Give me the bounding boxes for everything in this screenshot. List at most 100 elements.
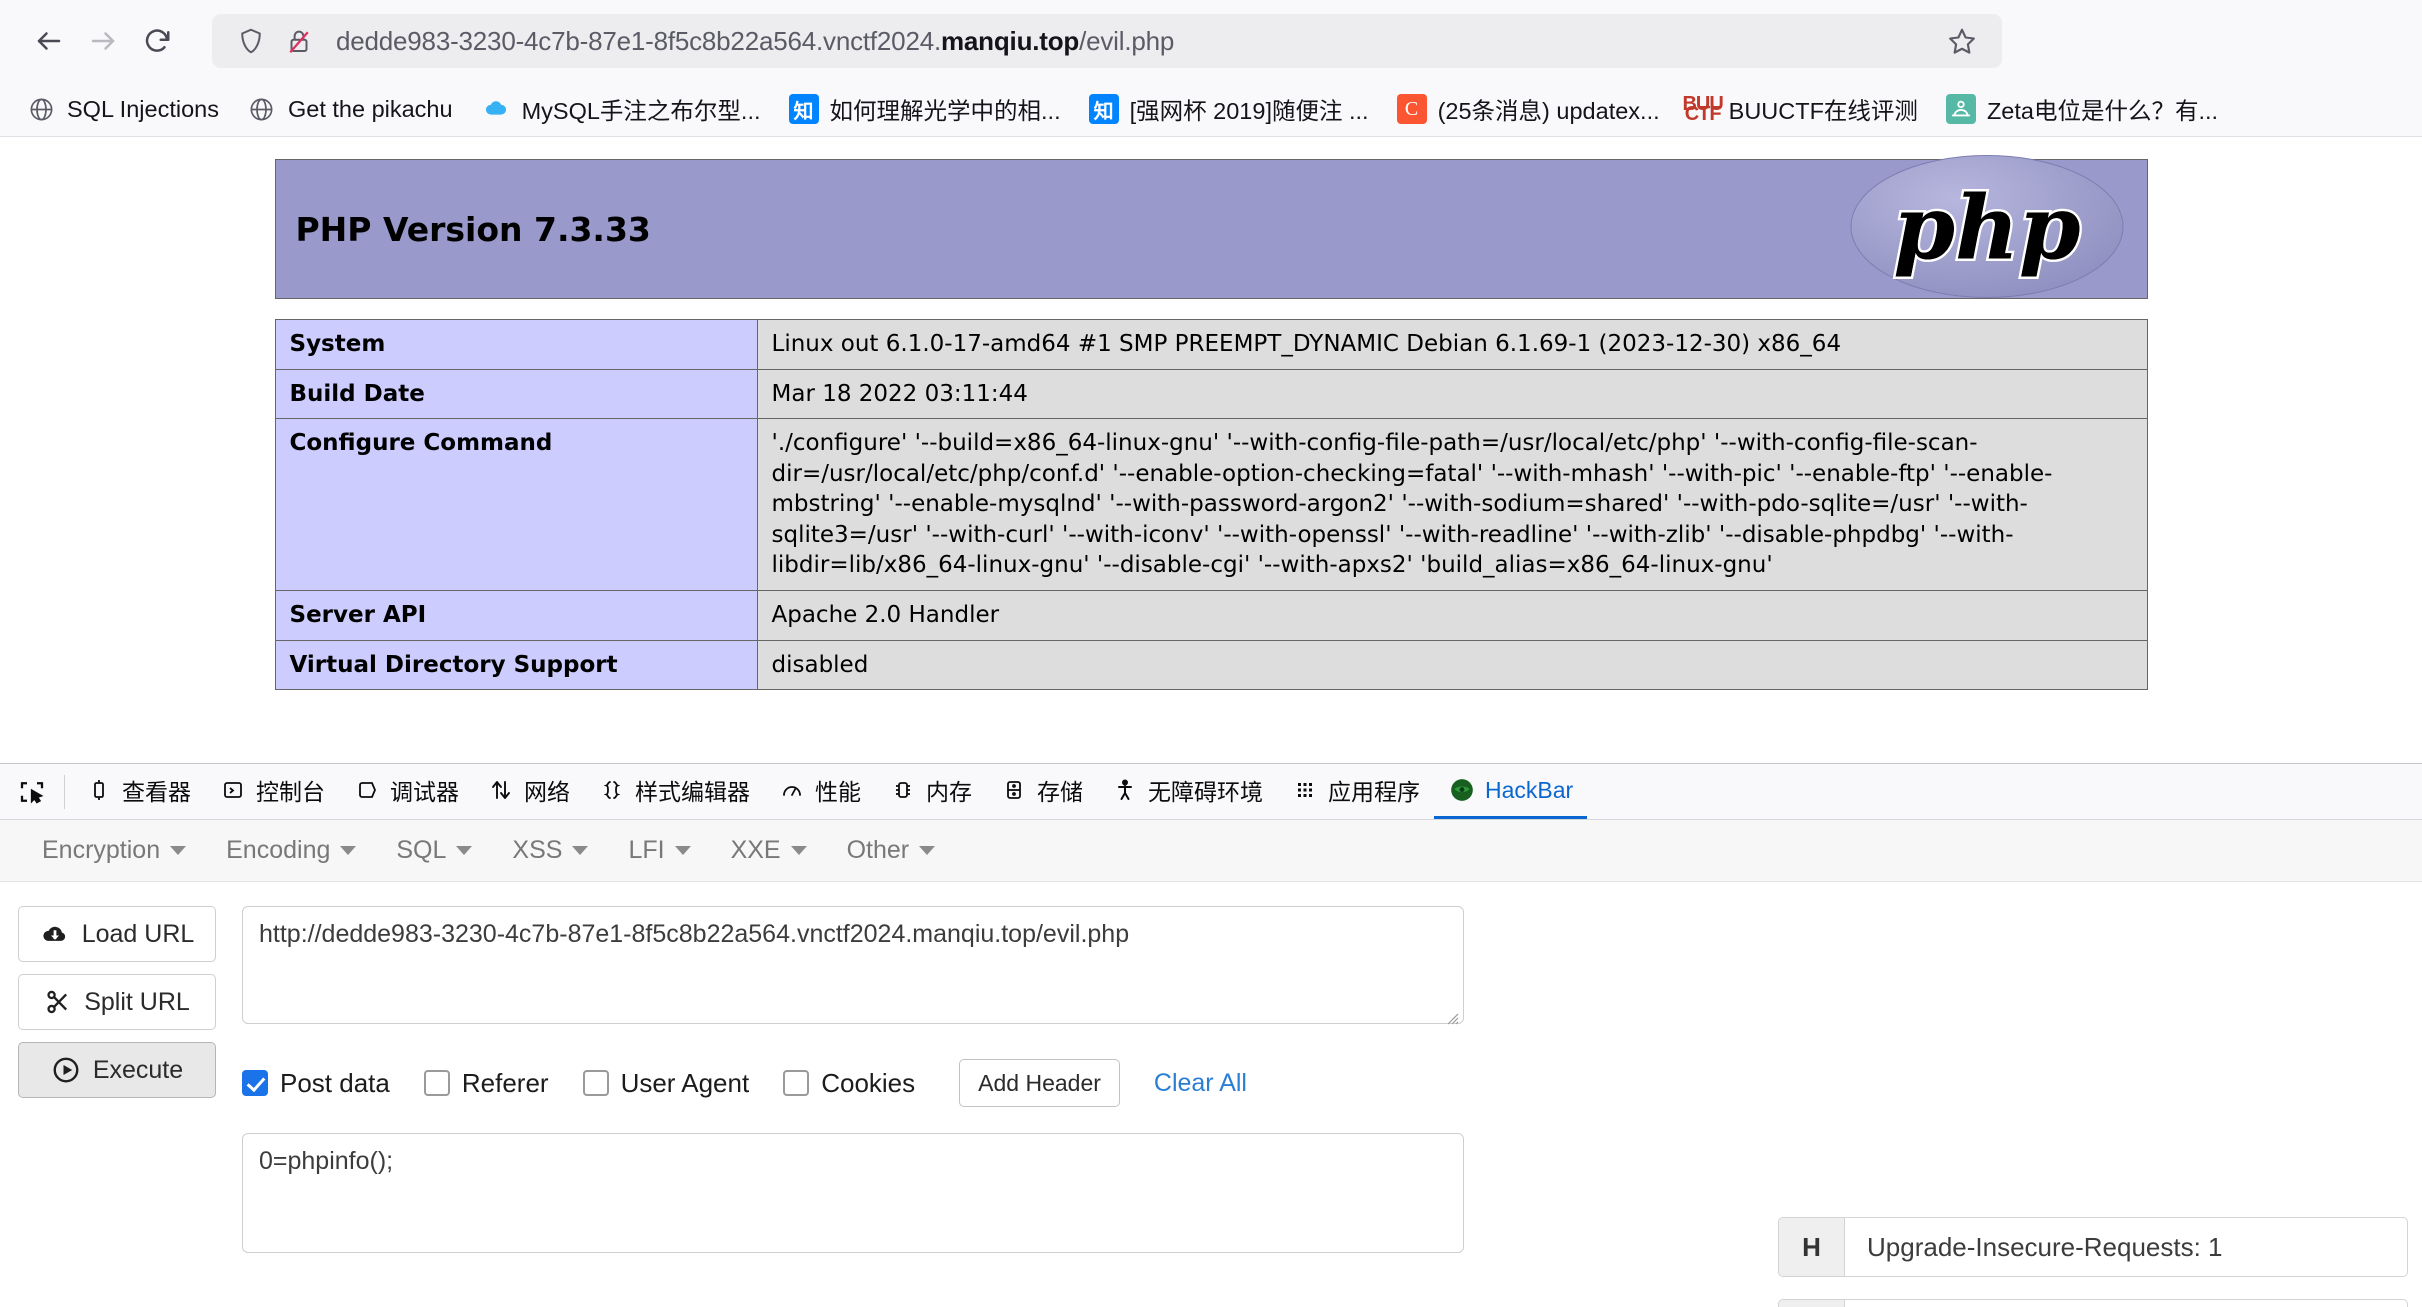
bookmark-item[interactable]: Get the pikachu <box>235 88 465 130</box>
php-version-title: PHP Version 7.3.33 <box>295 209 651 249</box>
cloud-icon <box>481 94 511 124</box>
tab-accessibility[interactable]: 无障碍环境 <box>1097 764 1277 819</box>
post-data-input[interactable] <box>242 1133 1464 1253</box>
phpinfo-value: Apache 2.0 Handler <box>756 590 2148 641</box>
tab-memory[interactable]: 内存 <box>875 764 986 819</box>
tab-console[interactable]: 控制台 <box>205 764 339 819</box>
checkbox-post-data[interactable] <box>242 1070 268 1096</box>
hackbar-panel: Encryption Encoding SQL XSS LFI XXE Othe… <box>0 820 2422 1307</box>
tab-inspector[interactable]: 查看器 <box>71 764 205 819</box>
tab-network[interactable]: 网络 <box>473 764 584 819</box>
chevron-down-icon <box>919 846 936 855</box>
tab-debugger[interactable]: 调试器 <box>339 764 473 819</box>
bookmark-item[interactable]: 知 [强网杯 2019]随便注 ... <box>1077 86 1381 132</box>
element-picker-button[interactable] <box>6 769 58 815</box>
tab-label: 应用程序 <box>1328 779 1420 805</box>
zhihu-icon: 知 <box>1088 94 1119 124</box>
reload-button[interactable] <box>130 14 184 68</box>
hackbar-action-buttons: Load URL Split URL Execute <box>18 906 216 1258</box>
phpinfo-value: './configure' '--build=x86_64-linux-gnu'… <box>756 418 2148 592</box>
url-host: manqiu.top <box>941 25 1080 56</box>
bookmark-star-button[interactable] <box>1940 19 1984 63</box>
star-icon <box>1949 28 1975 54</box>
address-bar[interactable]: dedde983-3230-4c7b-87e1-8f5c8b22a564.vnc… <box>212 14 2002 68</box>
header-value[interactable] <box>1845 1300 2407 1307</box>
menu-encoding[interactable]: Encoding <box>206 820 376 881</box>
menu-sql[interactable]: SQL <box>376 820 492 881</box>
play-circle-icon <box>53 1057 79 1083</box>
menu-xxe[interactable]: XXE <box>711 820 827 881</box>
bookmark-label: 如何理解光学中的相... <box>829 98 1061 124</box>
zeta-icon <box>1945 94 1976 124</box>
option-cookies[interactable]: Cookies <box>783 1068 915 1099</box>
checkbox-referer[interactable] <box>423 1070 450 1096</box>
element-picker-icon <box>20 781 44 803</box>
bookmark-item[interactable]: BUU CTF BUUCTF在线评测 <box>1676 86 1930 132</box>
tab-label: 无障碍环境 <box>1148 779 1263 805</box>
headers-list: H Upgrade-Insecure-Requests: 1 H <box>1778 1217 2408 1307</box>
cloud-glyph <box>485 101 506 115</box>
navigation-toolbar: dedde983-3230-4c7b-87e1-8f5c8b22a564.vnc… <box>0 0 2422 82</box>
url-input[interactable] <box>242 906 1464 1024</box>
option-label: User Agent <box>620 1067 750 1098</box>
tab-label: 控制台 <box>256 779 325 805</box>
split-url-button[interactable]: Split URL <box>18 974 216 1030</box>
phpinfo-table: System Linux out 6.1.0-17-amd64 #1 SMP P… <box>274 319 2148 691</box>
bookmark-item[interactable]: MySQL手注之布尔型... <box>469 86 773 132</box>
tab-label: 存储 <box>1037 779 1083 805</box>
bookmark-item[interactable]: 知 如何理解光学中的相... <box>777 86 1073 132</box>
back-button[interactable] <box>22 14 76 68</box>
forward-button[interactable] <box>76 14 130 68</box>
bookmark-item[interactable]: SQL Injections <box>14 88 231 130</box>
header-row[interactable]: H Upgrade-Insecure-Requests: 1 <box>1778 1217 2408 1277</box>
bookmark-label: BUUCTF在线评测 <box>1728 98 1918 124</box>
bookmark-item[interactable]: C (25条消息) updatex... <box>1385 86 1672 132</box>
chevron-down-icon <box>572 846 589 855</box>
checkbox-user-agent[interactable] <box>582 1070 609 1096</box>
tab-label: 网络 <box>524 779 570 805</box>
tab-label: 内存 <box>926 779 972 805</box>
network-icon <box>487 776 515 804</box>
tab-application[interactable]: 应用程序 <box>1277 764 1434 819</box>
page-content: PHP Version 7.3.33 php php System Linux … <box>0 137 2422 763</box>
cloud-download-icon <box>43 926 65 941</box>
execute-button[interactable]: Execute <box>18 1042 216 1098</box>
phpinfo-header: PHP Version 7.3.33 php php <box>274 155 2148 299</box>
phpinfo-key: Virtual Directory Support <box>274 639 758 691</box>
option-referer[interactable]: Referer <box>423 1068 549 1099</box>
chevron-down-icon <box>790 846 807 855</box>
header-row[interactable]: H <box>1778 1299 2408 1307</box>
shield-icon <box>241 28 261 54</box>
table-row: Configure Command './configure' '--build… <box>274 418 2148 592</box>
bookmark-label: (25条消息) updatex... <box>1437 98 1660 124</box>
checkbox-cookies[interactable] <box>783 1070 810 1096</box>
tab-style-editor[interactable]: 样式编辑器 <box>584 764 764 819</box>
add-header-button[interactable]: Add Header <box>959 1059 1120 1107</box>
clear-all-link[interactable]: Clear All <box>1154 1069 1247 1098</box>
csdn-icon: C <box>1396 94 1427 124</box>
bookmark-label: MySQL手注之布尔型... <box>521 98 761 124</box>
devtools-tabbar: 查看器 控制台 调试器 网络 样式编辑器 性能 内存 存储 无障碍环境 应用程序… <box>0 764 2422 820</box>
menu-xss[interactable]: XSS <box>492 820 608 881</box>
menu-label: SQL <box>396 836 447 864</box>
bookmark-item[interactable]: Zeta电位是什么？有... <box>1934 86 2230 132</box>
phpinfo-key: System <box>274 319 758 370</box>
tab-storage[interactable]: 存储 <box>986 764 1097 819</box>
option-label: Post data <box>280 1067 390 1098</box>
option-user-agent[interactable]: User Agent <box>582 1067 750 1099</box>
toolbar-divider <box>64 774 65 809</box>
tab-label: 性能 <box>815 779 861 805</box>
tab-hackbar[interactable]: HackBar <box>1434 764 1588 819</box>
header-value[interactable]: Upgrade-Insecure-Requests: 1 <box>1845 1218 2407 1276</box>
request-options-row: Post data Referer User Agent Cookies Add… <box>242 1059 2402 1107</box>
phpinfo-key: Build Date <box>274 368 758 420</box>
storage-icon <box>1000 776 1028 804</box>
button-label: Load URL <box>81 919 195 948</box>
tab-performance[interactable]: 性能 <box>764 764 875 819</box>
menu-encryption[interactable]: Encryption <box>22 820 206 881</box>
menu-other[interactable]: Other <box>827 820 956 881</box>
load-url-button[interactable]: Load URL <box>18 906 216 962</box>
option-post-data[interactable]: Post data <box>242 1068 390 1099</box>
menu-lfi[interactable]: LFI <box>608 820 710 881</box>
memory-icon <box>889 776 917 804</box>
